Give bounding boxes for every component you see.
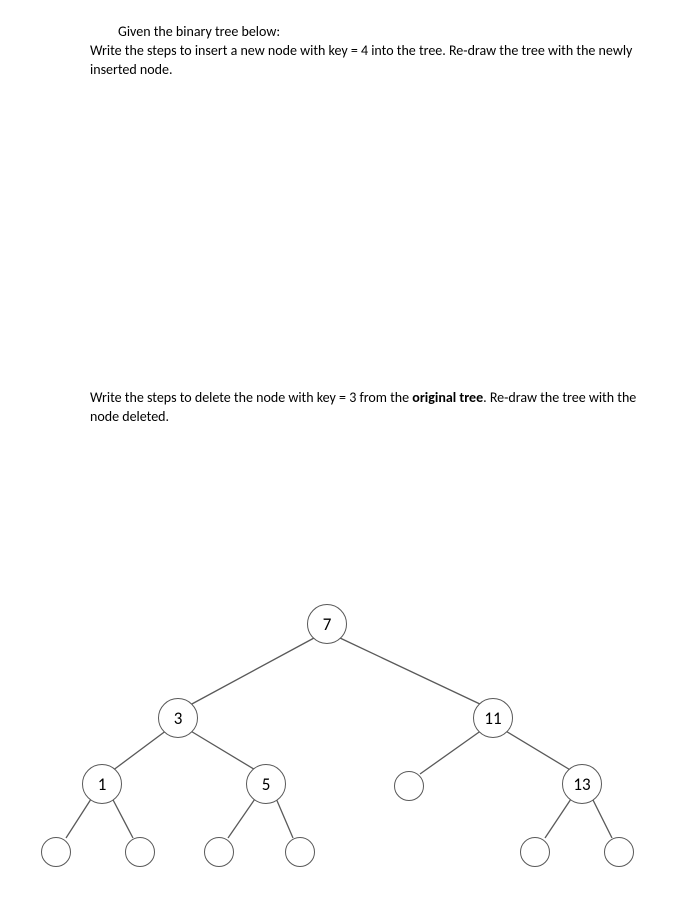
tree-node-left-right: 5	[246, 764, 286, 804]
tree-node-nil	[394, 771, 424, 801]
tree-node-left-left: 1	[82, 764, 122, 804]
q2-line1: Write the steps to delete the node with …	[90, 388, 636, 408]
q2-bold: original tree	[412, 389, 483, 406]
tree-node-right-right: 13	[562, 764, 602, 804]
q2-part-a: Write the steps to delete the node with …	[90, 389, 412, 406]
q1-line3: inserted node.	[90, 60, 173, 80]
q1-line2: Write the steps to insert a new node wit…	[90, 41, 632, 61]
tree-node-nil	[520, 837, 550, 867]
q2-part-b: . Re-draw the tree with the	[483, 389, 636, 406]
q2-line2: node deleted.	[90, 407, 169, 427]
tree-node-root: 7	[307, 604, 347, 644]
tree-node-nil	[41, 837, 71, 867]
binary-tree-diagram: 7 3 11 1 5 13	[0, 590, 700, 900]
tree-node-nil	[604, 837, 634, 867]
tree-node-nil	[204, 837, 234, 867]
tree-edges	[0, 590, 700, 900]
tree-node-nil	[125, 837, 155, 867]
q1-line1: Given the binary tree below:	[118, 22, 280, 42]
tree-node-left: 3	[158, 698, 198, 738]
tree-node-right: 11	[473, 698, 513, 738]
tree-node-nil	[285, 837, 315, 867]
